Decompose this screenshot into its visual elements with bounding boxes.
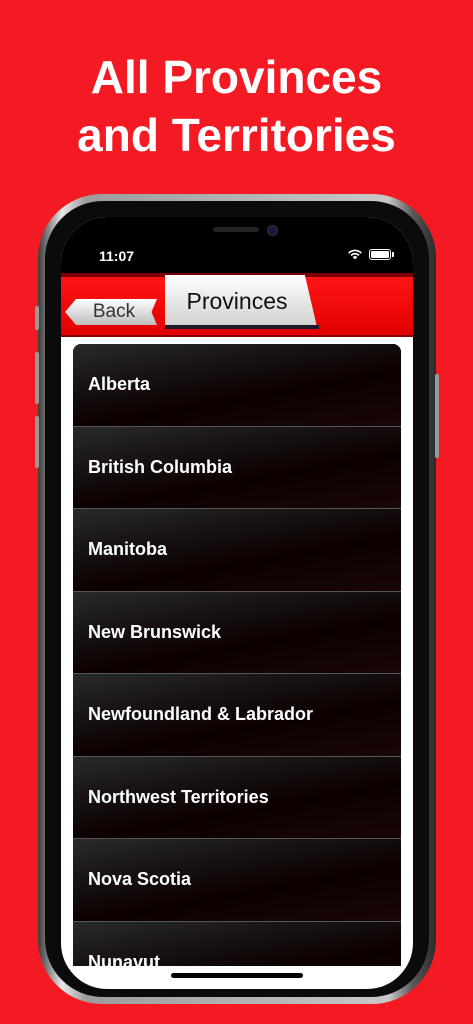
list-item-label: Manitoba <box>88 539 167 560</box>
list-item-label: Newfoundland & Labrador <box>88 704 313 725</box>
phone-bezel: 11:07 Back Provinces Alberta British Col… <box>45 201 429 997</box>
promo-headline-line1: All Provinces <box>90 51 383 103</box>
list-item[interactable]: Manitoba <box>73 509 401 592</box>
list-item-label: Northwest Territories <box>88 786 269 807</box>
list-item-label: Alberta <box>88 374 151 395</box>
province-list[interactable]: Alberta British Columbia Manitoba New Br… <box>73 344 401 966</box>
phone-screen: 11:07 Back Provinces Alberta British Col… <box>61 217 413 989</box>
nav-title-shadow <box>165 325 319 329</box>
volume-down-button <box>35 416 39 468</box>
camera-icon <box>267 225 278 236</box>
list-item-label: British Columbia <box>88 456 233 477</box>
back-button[interactable]: Back <box>65 299 157 325</box>
list-item[interactable]: Northwest Territories <box>73 756 401 839</box>
list-item[interactable]: Nunavut <box>73 921 401 966</box>
status-bar: 11:07 <box>61 217 413 273</box>
list-item-label: New Brunswick <box>88 621 222 642</box>
promo-headline: All Provinces and Territories <box>0 48 473 164</box>
volume-up-button <box>35 352 39 404</box>
home-indicator[interactable] <box>171 973 303 978</box>
wifi-icon <box>348 249 362 260</box>
list-item[interactable]: Newfoundland & Labrador <box>73 674 401 757</box>
phone-frame: 11:07 Back Provinces Alberta British Col… <box>35 194 439 1004</box>
list-item-label: Nunavut <box>88 951 160 966</box>
status-time: 11:07 <box>99 248 135 264</box>
list-item[interactable]: British Columbia <box>73 426 401 509</box>
power-button <box>435 374 439 458</box>
list-item[interactable]: New Brunswick <box>73 591 401 674</box>
promo-headline-line2: and Territories <box>77 109 396 161</box>
speaker-grille <box>213 227 259 232</box>
nav-title: Provinces <box>165 275 317 327</box>
list-item-label: Nova Scotia <box>88 869 192 890</box>
list-item[interactable]: Alberta <box>73 344 401 427</box>
notch <box>145 217 329 247</box>
battery-icon <box>369 249 394 260</box>
nav-bar: Back Provinces <box>61 273 413 337</box>
status-icons <box>347 249 394 260</box>
mute-switch <box>35 306 39 330</box>
list-item[interactable]: Nova Scotia <box>73 839 401 922</box>
